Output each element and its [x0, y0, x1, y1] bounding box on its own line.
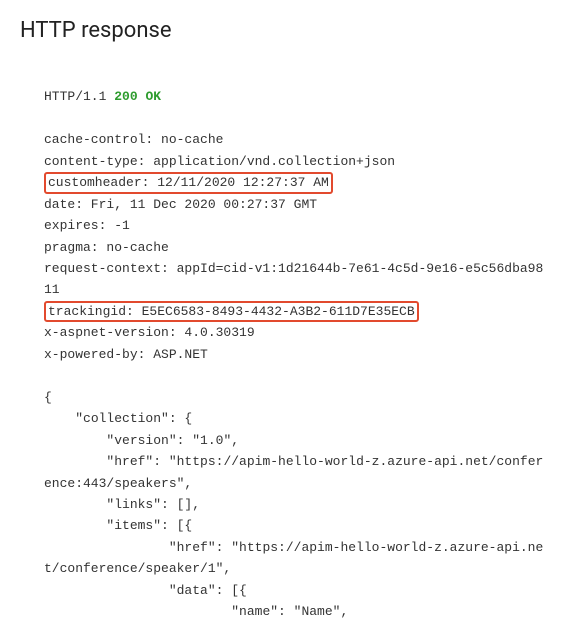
body-line-5: "links": [], — [44, 497, 200, 512]
body-line-3: "version": "1.0", — [44, 433, 239, 448]
header-pragma: pragma: no-cache — [44, 240, 169, 255]
header-cache-control: cache-control: no-cache — [44, 132, 223, 147]
body-line-4: "href": "https://apim-hello-world-z.azur… — [44, 454, 543, 490]
header-trackingid-highlight: trackingid: E5EC6583-8493-4432-A3B2-611D… — [44, 301, 419, 323]
body-line-9: "name": "Name", — [44, 604, 348, 619]
header-customheader-highlight: customheader: 12/11/2020 12:27:37 AM — [44, 172, 333, 194]
http-protocol: HTTP/1.1 — [44, 89, 106, 104]
header-expires: expires: -1 — [44, 218, 130, 233]
header-x-aspnet-version: x-aspnet-version: 4.0.30319 — [44, 325, 255, 340]
body-line-1: { — [44, 390, 52, 405]
header-date: date: Fri, 11 Dec 2020 00:27:37 GMT — [44, 197, 317, 212]
header-content-type: content-type: application/vnd.collection… — [44, 154, 395, 169]
body-line-6: "items": [{ — [44, 518, 192, 533]
body-line-2: "collection": { — [44, 411, 192, 426]
http-response-block: HTTP/1.1 200 OK cache-control: no-cache … — [20, 65, 545, 623]
page-title: HTTP response — [20, 18, 545, 43]
http-status: 200 OK — [114, 89, 161, 104]
header-request-context: request-context: appId=cid-v1:1d21644b-7… — [44, 261, 543, 297]
header-x-powered-by: x-powered-by: ASP.NET — [44, 347, 208, 362]
body-line-7: "href": "https://apim-hello-world-z.azur… — [44, 540, 543, 576]
body-line-8: "data": [{ — [44, 583, 247, 598]
